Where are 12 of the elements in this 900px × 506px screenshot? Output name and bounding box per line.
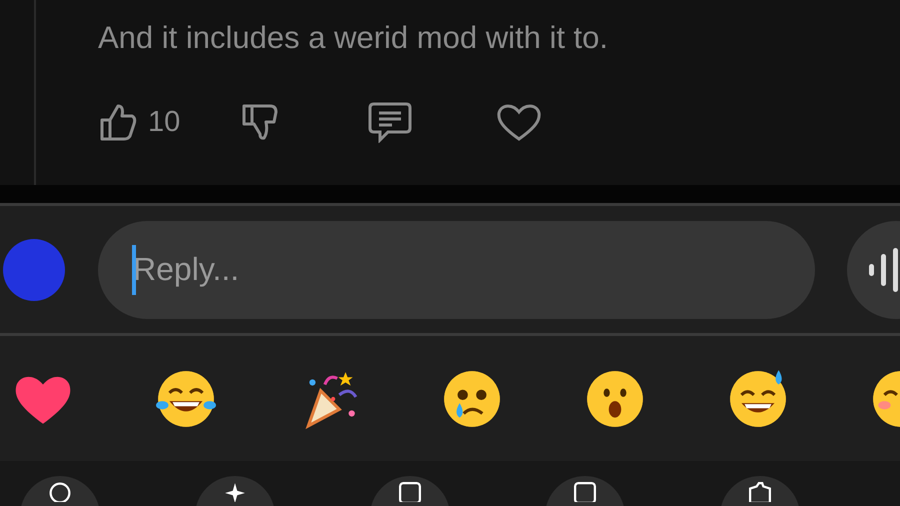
like-count: 10 bbox=[148, 106, 180, 138]
thumbs-down-icon[interactable] bbox=[240, 102, 280, 142]
waveform-icon bbox=[869, 248, 899, 292]
heart-outline-icon[interactable] bbox=[496, 102, 542, 142]
sweat-smile-face-icon[interactable] bbox=[727, 368, 789, 430]
text-cursor bbox=[132, 244, 136, 294]
thumbs-up-icon[interactable] bbox=[98, 102, 138, 142]
round-icon bbox=[49, 482, 71, 502]
comment-icon[interactable] bbox=[368, 101, 412, 143]
sparkle-icon bbox=[224, 482, 246, 502]
reply-field[interactable]: Reply... bbox=[98, 220, 815, 318]
comment-text: And it includes a werid mod with it to. bbox=[98, 19, 610, 57]
